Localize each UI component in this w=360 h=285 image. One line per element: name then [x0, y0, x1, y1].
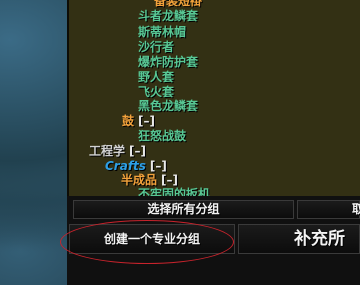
collapse-toggle[interactable]: [–]	[150, 159, 167, 173]
collapse-toggle[interactable]: [–]	[129, 144, 146, 158]
tree-row[interactable]: 备装短褂	[154, 0, 202, 8]
tree-row[interactable]: 斯蒂林帽	[138, 25, 186, 39]
tree-row[interactable]: 黑色龙鳞套	[138, 99, 198, 113]
tree-row[interactable]: 爆炸防护套	[138, 55, 198, 69]
collapse-toggle[interactable]: [–]	[161, 173, 178, 187]
tree-row[interactable]: 沙行者	[138, 40, 174, 54]
cancel-button-partial[interactable]: 取	[297, 200, 360, 219]
tree-row[interactable]: 斗者龙鳞套	[138, 9, 198, 23]
tree-category-row[interactable]: Crafts [–]	[105, 159, 167, 173]
create-profession-group-button[interactable]: 创建一个专业分组	[69, 224, 235, 254]
tree-row[interactable]: 狂怒战鼓	[138, 129, 186, 143]
tree-row[interactable]: 野人套	[138, 70, 174, 84]
tree-category-row[interactable]: 鼓 [–]	[122, 114, 155, 128]
replenish-button[interactable]: 补充所	[238, 224, 360, 254]
select-all-groups-button[interactable]: 选择所有分组	[73, 200, 294, 219]
tree-row[interactable]: 飞火套	[138, 85, 174, 99]
tree-category-row[interactable]: 半成品 [–]	[121, 173, 178, 187]
profession-group-tree: 备装短褂 斗者龙鳞套 斯蒂林帽 沙行者 爆炸防护套 野人套 飞火套 黑色龙鳞套 …	[67, 0, 360, 196]
tree-category-row[interactable]: 工程学 [–]	[89, 144, 146, 158]
collapse-toggle[interactable]: [–]	[138, 114, 155, 128]
tree-row[interactable]: 不牢固的扳机	[138, 187, 210, 196]
